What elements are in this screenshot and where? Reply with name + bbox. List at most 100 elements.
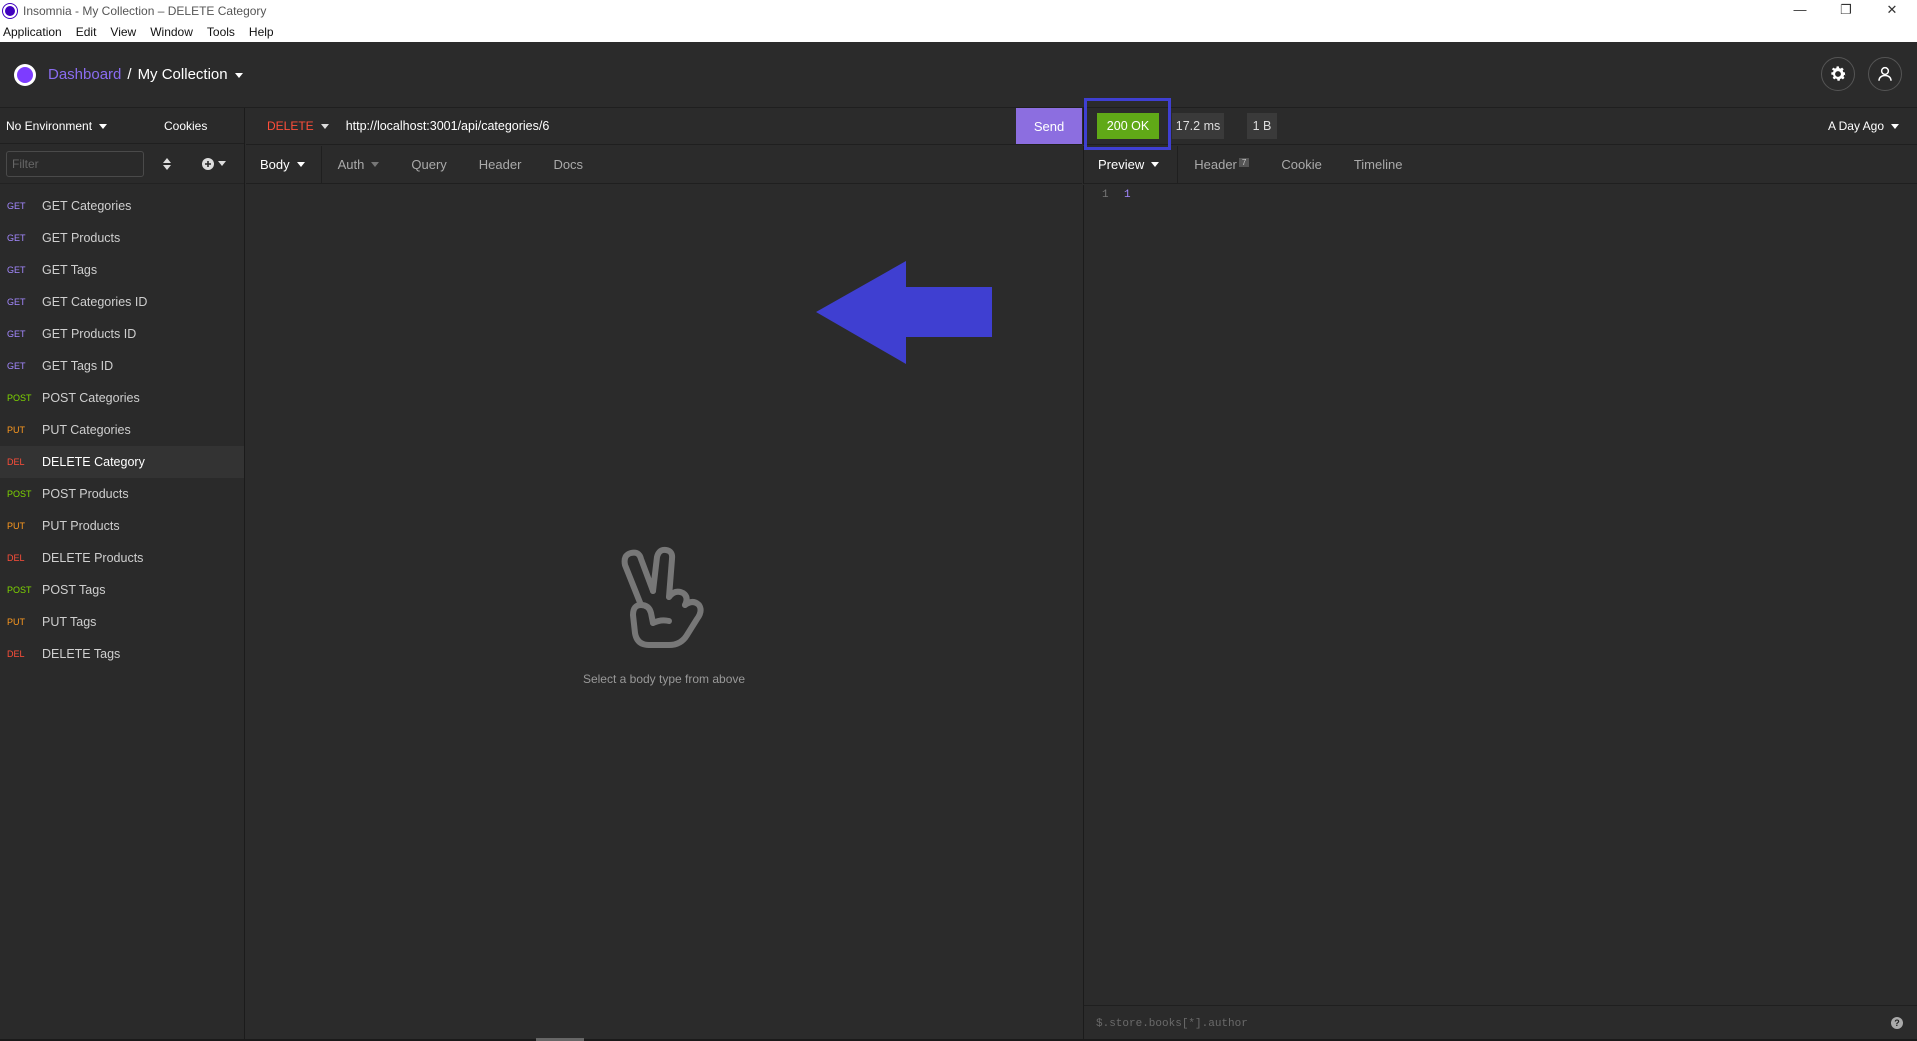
list-item[interactable]: POST POST Categories: [0, 382, 244, 414]
tab-auth[interactable]: Auth: [322, 146, 396, 183]
request-name: DELETE Tags: [42, 647, 121, 661]
settings-button[interactable]: [1821, 57, 1855, 91]
close-icon[interactable]: ✕: [1869, 0, 1915, 22]
list-item-active[interactable]: DEL DELETE Category: [0, 446, 244, 478]
tab-body[interactable]: Body: [246, 146, 322, 183]
list-item[interactable]: DEL DELETE Products: [0, 542, 244, 574]
tab-response-header-label: Header: [1194, 157, 1237, 172]
environment-row: No Environment Cookies: [0, 108, 244, 144]
environment-dropdown[interactable]: No Environment: [6, 119, 156, 133]
list-item[interactable]: GET GET Tags: [0, 254, 244, 286]
list-item[interactable]: POST POST Products: [0, 478, 244, 510]
chevron-down-icon: [99, 123, 108, 129]
menu-tools[interactable]: Tools: [207, 25, 235, 39]
method-badge: POST: [7, 585, 32, 595]
menu-window[interactable]: Window: [150, 25, 193, 39]
line-value: 1: [1124, 189, 1131, 201]
request-name: PUT Categories: [42, 423, 131, 437]
chevron-down-icon: [234, 72, 243, 78]
tab-query[interactable]: Query: [395, 146, 462, 183]
add-request-button[interactable]: [202, 157, 226, 170]
chevron-down-icon: [296, 162, 305, 167]
chevron-down-icon: [1151, 162, 1160, 167]
list-item[interactable]: GET GET Categories ID: [0, 286, 244, 318]
request-tabs: Body Auth Query Header Docs: [246, 146, 1082, 184]
list-item[interactable]: PUT PUT Categories: [0, 414, 244, 446]
method-label: DELETE: [267, 119, 314, 133]
tab-preview-label: Preview: [1098, 157, 1145, 172]
request-name: GET Products ID: [42, 327, 137, 341]
tab-timeline[interactable]: Timeline: [1338, 146, 1419, 183]
menu-application[interactable]: Application: [3, 25, 62, 39]
account-button[interactable]: [1868, 57, 1902, 91]
chevron-down-icon: [371, 162, 380, 167]
list-item[interactable]: GET GET Products ID: [0, 318, 244, 350]
menu-edit[interactable]: Edit: [76, 25, 97, 39]
method-dropdown[interactable]: DELETE: [267, 119, 329, 133]
empty-state: Select a body type from above: [246, 545, 1082, 686]
response-history-dropdown[interactable]: A Day Ago: [1828, 108, 1899, 144]
response-time-badge: 17.2 ms: [1172, 113, 1224, 139]
url-input[interactable]: http://localhost:3001/api/categories/6: [346, 119, 550, 133]
filter-row: [0, 144, 244, 184]
response-filter-input[interactable]: [1096, 1011, 1856, 1036]
empty-state-message: Select a body type from above: [582, 672, 746, 686]
request-name: GET Categories ID: [42, 295, 148, 309]
sort-icon[interactable]: [162, 157, 172, 171]
tab-response-header[interactable]: Header 7: [1178, 146, 1265, 183]
list-item[interactable]: PUT PUT Products: [0, 510, 244, 542]
status-badge: 200 OK: [1097, 113, 1159, 139]
breadcrumb-dashboard-link[interactable]: Dashboard: [48, 66, 121, 83]
list-item[interactable]: GET GET Tags ID: [0, 350, 244, 382]
minimize-icon[interactable]: —: [1777, 0, 1823, 22]
tab-header[interactable]: Header: [463, 146, 538, 183]
list-item[interactable]: PUT PUT Tags: [0, 606, 244, 638]
request-name: POST Products: [42, 487, 129, 501]
method-badge: PUT: [7, 617, 25, 627]
request-name: GET Categories: [42, 199, 132, 213]
method-badge: GET: [7, 329, 26, 339]
tab-preview[interactable]: Preview: [1084, 146, 1179, 183]
cookies-button[interactable]: Cookies: [164, 119, 207, 133]
list-item[interactable]: POST POST Tags: [0, 574, 244, 606]
list-item[interactable]: DEL DELETE Tags: [0, 638, 244, 670]
method-badge: DEL: [7, 457, 25, 467]
line-number: 1: [1102, 189, 1109, 201]
insomnia-logo-icon[interactable]: [14, 63, 36, 86]
request-name: POST Categories: [42, 391, 140, 405]
method-badge: DEL: [7, 649, 25, 659]
app-header: Dashboard / My Collection: [0, 42, 1917, 108]
plus-circle-icon: [202, 157, 214, 170]
method-badge: POST: [7, 489, 32, 499]
method-badge: GET: [7, 297, 26, 307]
request-body-pane: Select a body type from above: [246, 185, 1082, 1041]
sidebar-filter-input[interactable]: [6, 150, 144, 177]
collection-dropdown[interactable]: My Collection: [138, 66, 243, 83]
request-name: PUT Products: [42, 519, 120, 533]
chevron-down-icon: [320, 123, 329, 129]
window-controls: — ❐ ✕: [1777, 0, 1915, 22]
method-badge: GET: [7, 233, 26, 243]
restore-icon[interactable]: ❐: [1823, 0, 1869, 22]
menu-help[interactable]: Help: [249, 25, 274, 39]
request-name: GET Tags: [42, 263, 98, 277]
request-name: DELETE Category: [42, 455, 145, 469]
menu-bar: Application Edit View Window Tools Help: [0, 22, 1917, 42]
user-icon: [1878, 66, 1892, 81]
tab-docs[interactable]: Docs: [537, 146, 599, 183]
tab-cookie[interactable]: Cookie: [1265, 146, 1337, 183]
chevron-down-icon: [218, 161, 226, 166]
response-body-pane: 1 1: [1083, 185, 1917, 1005]
list-item[interactable]: GET GET Categories: [0, 190, 244, 222]
request-name: DELETE Products: [42, 551, 144, 565]
help-icon[interactable]: ?: [1891, 1017, 1903, 1029]
send-button[interactable]: Send: [1016, 108, 1082, 144]
request-name: GET Tags ID: [42, 359, 114, 373]
list-item[interactable]: GET GET Products: [0, 222, 244, 254]
menu-view[interactable]: View: [110, 25, 136, 39]
insomnia-app-icon: [3, 4, 17, 18]
request-name: PUT Tags: [42, 615, 97, 629]
breadcrumb: Dashboard / My Collection: [48, 66, 243, 83]
method-badge: GET: [7, 265, 26, 275]
response-status-bar: 200 OK 17.2 ms 1 B A Day Ago: [1083, 98, 1917, 150]
